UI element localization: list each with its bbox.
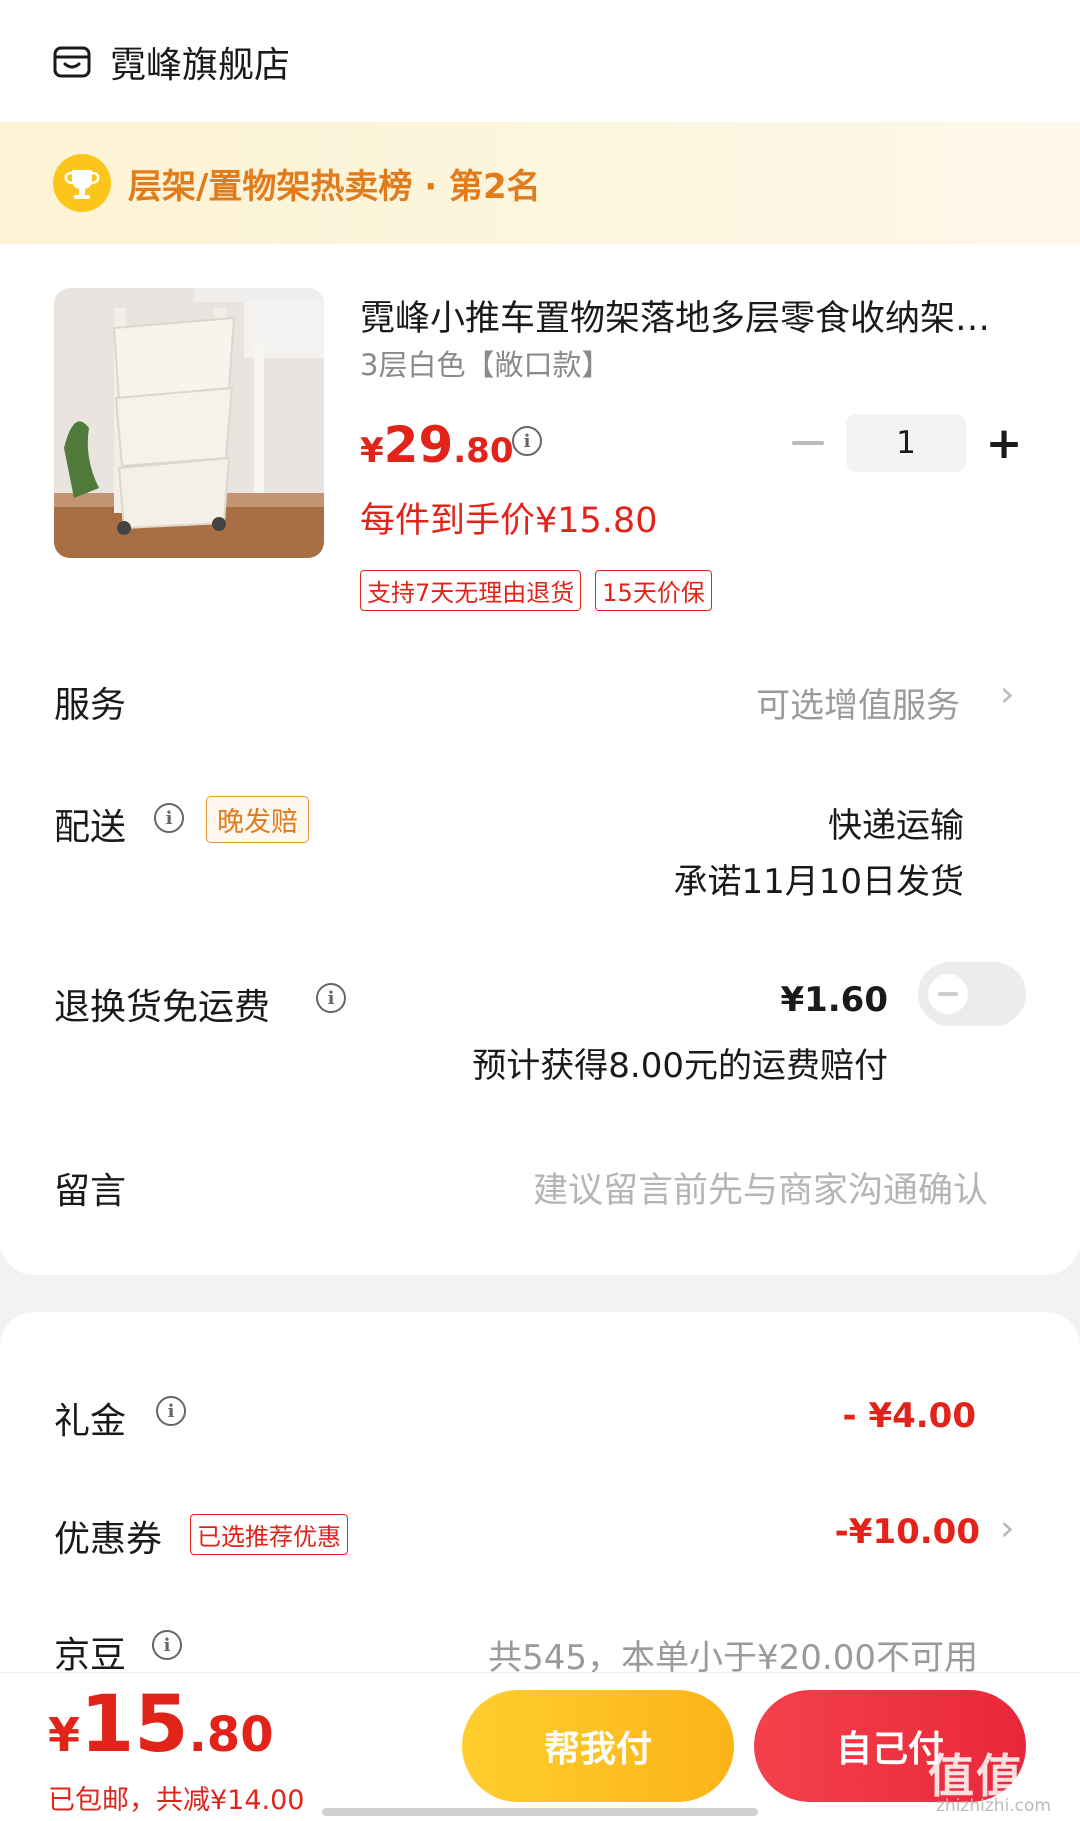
price-symbol: ¥ [360, 431, 384, 471]
quantity-decrease-button[interactable] [790, 420, 826, 466]
delivery-method: 快递运输 [828, 806, 964, 846]
store-name: 霓峰旗舰店 [110, 45, 291, 86]
store-header[interactable]: 霓峰旗舰店 [52, 36, 290, 88]
late-compensation-tag: 晚发赔 [206, 796, 309, 843]
jingdou-label: 京豆 [54, 1635, 127, 1676]
product-tags: 支持7天无理由退货 15天价保 [360, 570, 726, 611]
service-chevron-icon[interactable]: › [1000, 674, 1014, 715]
gift-label: 礼金 [54, 1401, 127, 1442]
watermark-url: zhizhizhi.com [936, 1796, 1051, 1816]
order-card: 霓峰旗舰店 层架/置物架热卖榜 · 第2名 霓峰小推车置物架落地多层零食收纳架客… [0, 0, 1080, 1275]
coupon-chevron-icon[interactable]: › [1000, 1508, 1014, 1549]
return-shipping-price: ¥1.60 [780, 980, 888, 1020]
return-shipping-toggle[interactable] [918, 962, 1026, 1026]
help-pay-button[interactable]: 帮我付 [462, 1690, 734, 1802]
delivery-label: 配送 [54, 807, 127, 848]
coupon-value[interactable]: -¥10.00 [835, 1512, 980, 1552]
minus-icon [792, 441, 824, 445]
coupon-tag: 已选推荐优惠 [190, 1514, 348, 1555]
coupon-label: 优惠券 [54, 1519, 163, 1560]
product-image[interactable] [54, 288, 324, 558]
product-spec[interactable]: 3层白色【敞口款】 [360, 342, 610, 384]
total-decimal: .80 [188, 1707, 274, 1763]
toggle-knob [928, 974, 968, 1014]
jingdou-info-icon[interactable]: i [152, 1630, 182, 1660]
return-shipping-label: 退换货免运费 [54, 987, 271, 1028]
product-tag: 15天价保 [595, 570, 712, 611]
gift-value: - ¥4.00 [842, 1396, 977, 1436]
price-integer: 29 [383, 416, 454, 474]
service-value[interactable]: 可选增值服务 [756, 678, 960, 727]
trophy-icon [53, 154, 111, 212]
rank-text: 层架/置物架热卖榜 · 第2名 [128, 166, 541, 207]
message-input[interactable]: 建议留言前先与商家沟通确认 [533, 1162, 988, 1213]
total-symbol: ¥ [48, 1708, 81, 1762]
delivery-promise: 承诺11月10日发货 [673, 862, 964, 902]
price-decimal: .80 [453, 431, 514, 471]
quantity-input[interactable]: 1 [846, 414, 966, 472]
store-icon [53, 46, 91, 78]
product-title[interactable]: 霓峰小推车置物架落地多层零食收纳架客厅厨房卫生间 [360, 290, 1025, 341]
home-indicator[interactable] [322, 1808, 758, 1816]
delivery-info-icon[interactable]: i [154, 803, 184, 833]
gift-info-icon[interactable]: i [156, 1396, 186, 1426]
quantity-increase-button[interactable]: + [984, 418, 1024, 469]
service-label: 服务 [54, 685, 127, 726]
rank-banner[interactable]: 层架/置物架热卖榜 · 第2名 [0, 122, 1080, 244]
total-summary[interactable]: 已包邮，共减¥14.00 [48, 1778, 304, 1817]
return-shipping-info-icon[interactable]: i [316, 983, 346, 1013]
message-label: 留言 [54, 1171, 127, 1212]
product-price: ¥ 29 .80 [360, 416, 514, 474]
total-price: ¥ 15 .80 [48, 1680, 274, 1770]
price-info-icon[interactable]: i [512, 426, 542, 456]
final-price: 每件到手价¥15.80 [360, 501, 658, 541]
total-integer: 15 [80, 1680, 189, 1770]
product-tag: 支持7天无理由退货 [360, 570, 582, 611]
return-shipping-note: 预计获得8.00元的运费赔付 [472, 1046, 888, 1086]
